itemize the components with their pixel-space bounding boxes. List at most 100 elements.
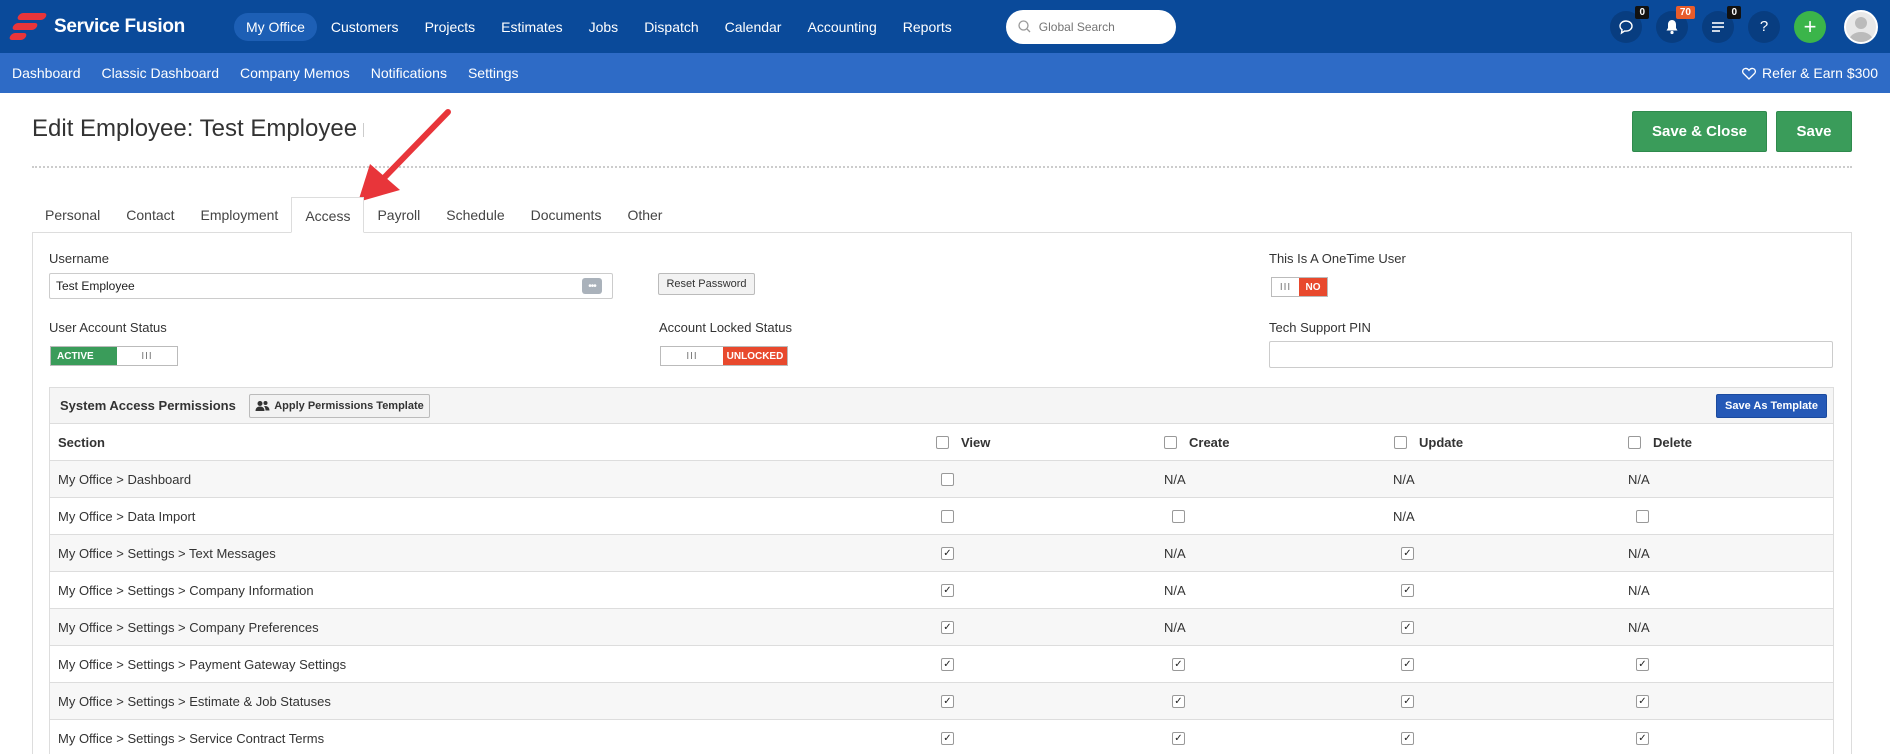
nav-item-reports[interactable]: Reports (891, 13, 964, 41)
permissions-table: Section View Create Update Delete My Office >… (49, 424, 1834, 754)
app-logo[interactable]: Service Fusion (8, 10, 228, 44)
account-status-value: ACTIVE (51, 347, 117, 365)
quick-add-button[interactable]: + (1794, 10, 1826, 43)
locked-status-value: UNLOCKED (723, 347, 787, 365)
locked-status-toggle[interactable]: III UNLOCKED (660, 346, 788, 366)
apply-template-label: Apply Permissions Template (274, 400, 424, 412)
permission-update-checkbox[interactable] (1401, 621, 1414, 634)
page-title-text: Edit Employee: Test Employee (32, 115, 358, 142)
notifications-badge: 70 (1675, 5, 1695, 19)
onetime-user-toggle[interactable]: III NO (1271, 277, 1328, 297)
nav-item-dispatch[interactable]: Dispatch (632, 13, 710, 41)
permission-na: N/A (1164, 620, 1186, 635)
nav-item-estimates[interactable]: Estimates (489, 13, 574, 41)
save-button[interactable]: Save (1776, 111, 1852, 152)
column-header-create: Create (1164, 424, 1229, 461)
permission-view-checkbox[interactable] (941, 510, 954, 523)
onetime-user-value: NO (1299, 278, 1327, 296)
tab-documents[interactable]: Documents (518, 197, 615, 233)
save-as-template-button[interactable]: Save As Template (1716, 394, 1827, 418)
permission-update-checkbox[interactable] (1401, 584, 1414, 597)
tab-access[interactable]: Access (291, 197, 365, 233)
permission-view-checkbox[interactable] (941, 695, 954, 708)
permissions-title: System Access Permissions (60, 398, 236, 413)
tasks-button[interactable]: 0 (1702, 5, 1741, 43)
subnav-item-dashboard[interactable]: Dashboard (12, 65, 81, 81)
username-value: Test Employee (56, 279, 135, 293)
permission-update-checkbox[interactable] (1401, 547, 1414, 560)
tech-pin-label: Tech Support PIN (1269, 320, 1371, 335)
permission-create-checkbox[interactable] (1172, 732, 1185, 745)
nav-item-projects[interactable]: Projects (413, 13, 488, 41)
permission-view-checkbox[interactable] (941, 621, 954, 634)
select-all-view-checkbox[interactable] (936, 436, 949, 449)
permission-update-checkbox[interactable] (1401, 658, 1414, 671)
account-status-toggle[interactable]: ACTIVE III (50, 346, 178, 366)
permission-view-checkbox[interactable] (941, 658, 954, 671)
column-header-delete: Delete (1628, 424, 1692, 461)
permission-delete-checkbox[interactable] (1636, 658, 1649, 671)
user-avatar[interactable] (1844, 9, 1878, 44)
nav-item-my-office[interactable]: My Office (234, 12, 317, 41)
global-search[interactable] (1005, 9, 1176, 44)
users-icon (255, 401, 270, 411)
tab-contact[interactable]: Contact (113, 197, 187, 233)
tab-other[interactable]: Other (614, 197, 675, 233)
permission-view-checkbox[interactable] (941, 547, 954, 560)
help-icon: ? (1759, 18, 1769, 35)
row-section-label: My Office > Settings > Text Messages (58, 546, 276, 561)
chat-button[interactable]: 0 (1610, 5, 1649, 43)
header-divider (32, 166, 1852, 168)
permission-create-checkbox[interactable] (1172, 658, 1185, 671)
permission-na: N/A (1628, 620, 1650, 635)
select-all-update-checkbox[interactable] (1394, 436, 1407, 449)
permission-view-checkbox[interactable] (941, 584, 954, 597)
nav-item-accounting[interactable]: Accounting (795, 13, 888, 41)
column-label-update: Update (1419, 435, 1464, 450)
subnav-item-notifications[interactable]: Notifications (371, 65, 447, 81)
top-right-actions: 0 70 0 ? + (1610, 0, 1890, 53)
row-section-label: My Office > Data Import (58, 509, 196, 524)
table-header-row: Section View Create Update Delete (49, 424, 1834, 461)
apply-template-button[interactable]: Apply Permissions Template (249, 394, 430, 418)
column-header-section: Section (58, 435, 105, 450)
select-all-create-checkbox[interactable] (1164, 436, 1177, 449)
permission-view-checkbox[interactable] (941, 473, 954, 486)
permission-update-checkbox[interactable] (1401, 695, 1414, 708)
save-close-button[interactable]: Save & Close (1632, 111, 1767, 152)
more-icon[interactable]: ••• (582, 278, 602, 294)
table-row: My Office > Dashboard N/A N/A N/A (49, 461, 1834, 498)
nav-item-jobs[interactable]: Jobs (577, 13, 631, 41)
permission-na: N/A (1393, 472, 1415, 487)
heart-icon (1742, 67, 1757, 80)
row-section-label: My Office > Settings > Company Informati… (58, 583, 314, 598)
tab-employment[interactable]: Employment (188, 197, 292, 233)
subnav-item-settings[interactable]: Settings (468, 65, 519, 81)
tech-pin-input[interactable] (1269, 341, 1833, 368)
column-header-view: View (936, 424, 990, 461)
username-input[interactable]: Test Employee ••• (49, 273, 613, 299)
permission-delete-checkbox[interactable] (1636, 510, 1649, 523)
refer-link[interactable]: Refer & Earn $300 (1742, 65, 1878, 81)
subnav-item-company-memos[interactable]: Company Memos (240, 65, 350, 81)
toggle-grip-icon: III (117, 347, 177, 365)
notifications-button[interactable]: 70 (1656, 5, 1695, 43)
select-all-delete-checkbox[interactable] (1628, 436, 1641, 449)
nav-item-calendar[interactable]: Calendar (713, 13, 794, 41)
permission-delete-checkbox[interactable] (1636, 732, 1649, 745)
nav-item-customers[interactable]: Customers (319, 13, 411, 41)
username-label: Username (49, 251, 109, 266)
sub-navbar: Dashboard Classic Dashboard Company Memos N… (0, 53, 1890, 93)
app-name: Service Fusion (54, 15, 185, 37)
permission-update-checkbox[interactable] (1401, 732, 1414, 745)
tab-personal[interactable]: Personal (32, 197, 113, 233)
permission-create-checkbox[interactable] (1172, 695, 1185, 708)
subnav-item-classic-dashboard[interactable]: Classic Dashboard (102, 65, 220, 81)
permission-view-checkbox[interactable] (941, 732, 954, 745)
search-input[interactable] (1038, 19, 1159, 34)
reset-password-button[interactable]: Reset Password (658, 273, 755, 295)
help-button[interactable]: ? (1748, 10, 1780, 43)
permission-delete-checkbox[interactable] (1636, 695, 1649, 708)
permission-na: N/A (1628, 546, 1650, 561)
permission-create-checkbox[interactable] (1172, 510, 1185, 523)
